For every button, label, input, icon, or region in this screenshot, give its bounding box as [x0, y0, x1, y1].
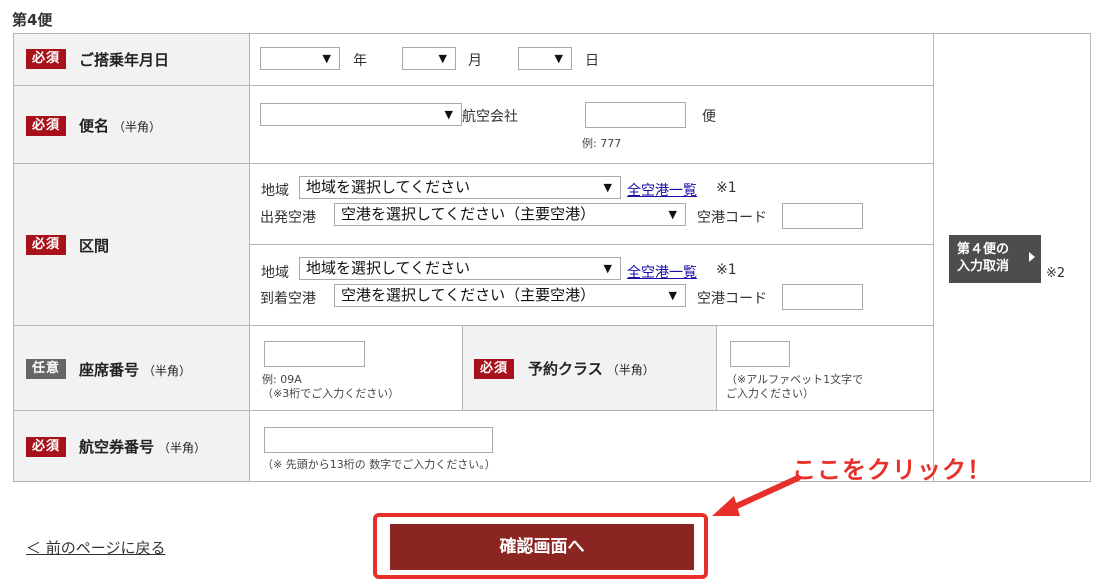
- dropdown-arrow-icon: ▼: [603, 262, 612, 275]
- booking-class-input[interactable]: [730, 341, 790, 367]
- required-badge: 必須: [26, 437, 66, 457]
- year-select[interactable]: ▼: [260, 47, 340, 70]
- required-badge: 必須: [26, 49, 66, 69]
- callout-text: ここをクリック！: [792, 456, 992, 484]
- arrival-airport-select[interactable]: 空港を選択してください（主要空港） ▼: [334, 284, 686, 307]
- seat-example: 例: 09A: [262, 373, 302, 386]
- month-select[interactable]: ▼: [402, 47, 456, 70]
- boarding-date-label: ご搭乗年月日: [79, 51, 170, 69]
- flight-unit: 便: [702, 109, 716, 125]
- departure-airport-select[interactable]: 空港を選択してください（主要空港） ▼: [334, 203, 686, 226]
- dropdown-arrow-icon: ▼: [438, 52, 447, 65]
- day-unit: 日: [585, 53, 599, 69]
- dropdown-arrow-icon: ▼: [668, 208, 677, 221]
- required-badge: 必須: [474, 359, 514, 379]
- departure-all-airports-link[interactable]: 全空港一覧: [627, 180, 697, 200]
- class-note-line1: （※アルファベット1文字で: [726, 373, 864, 386]
- arrival-code-label: 空港コード: [697, 291, 767, 307]
- note-mark-2: ※2: [1046, 266, 1066, 281]
- confirm-button[interactable]: 確認画面へ: [390, 524, 694, 570]
- section-title: 第4便: [12, 11, 53, 29]
- departure-airport-code-input[interactable]: [782, 203, 863, 229]
- dropdown-arrow-icon: ▼: [444, 108, 453, 121]
- cancel-flight-4-button[interactable]: 第４便の 入力取消: [949, 235, 1041, 283]
- ticket-number-label: 航空券番号 （半角）: [79, 438, 207, 456]
- arrival-region-select[interactable]: 地域を選択してください ▼: [299, 257, 621, 280]
- departure-region-label: 地域: [261, 183, 289, 199]
- note-mark-1: ※1: [716, 262, 737, 278]
- route-label: 区間: [79, 237, 110, 255]
- month-unit: 月: [468, 53, 482, 69]
- required-badge: 必須: [26, 235, 66, 255]
- seat-number-input[interactable]: [264, 341, 365, 367]
- ticket-note: （※ 先頭から13桁の 数字でご入力ください。）: [262, 458, 496, 471]
- flight-example: 例: 777: [582, 137, 622, 150]
- dropdown-arrow-icon: ▼: [322, 52, 331, 65]
- arrow-right-icon: [1029, 252, 1035, 262]
- note-mark-1: ※1: [716, 180, 737, 196]
- arrival-region-label: 地域: [261, 265, 289, 281]
- year-unit: 年: [353, 53, 367, 69]
- optional-badge: 任意: [26, 359, 66, 379]
- class-note-line2: ご入力ください）: [726, 387, 814, 400]
- seat-note: （※3桁でご入力ください）: [262, 387, 400, 400]
- back-link[interactable]: ＜ 前のページに戻る: [26, 537, 165, 558]
- departure-airport-label: 出発空港: [260, 210, 316, 226]
- dropdown-arrow-icon: ▼: [554, 52, 563, 65]
- required-badge: 必須: [26, 116, 66, 136]
- flight-number-input[interactable]: [585, 102, 686, 128]
- airline-select[interactable]: ▼: [260, 103, 462, 126]
- flight-name-label: 便名 （半角）: [79, 117, 162, 135]
- dropdown-arrow-icon: ▼: [603, 181, 612, 194]
- label-column-bg: [14, 34, 249, 481]
- ticket-number-input[interactable]: [264, 427, 493, 453]
- airline-label: 航空会社: [462, 109, 518, 125]
- departure-region-select[interactable]: 地域を選択してください ▼: [299, 176, 621, 199]
- arrival-airport-label: 到着空港: [260, 291, 316, 307]
- arrival-all-airports-link[interactable]: 全空港一覧: [627, 262, 697, 282]
- seat-number-label: 座席番号 （半角）: [79, 361, 192, 379]
- dropdown-arrow-icon: ▼: [668, 289, 677, 302]
- departure-code-label: 空港コード: [697, 210, 767, 226]
- arrival-airport-code-input[interactable]: [782, 284, 863, 310]
- booking-class-label: 予約クラス （半角）: [528, 360, 655, 378]
- day-select[interactable]: ▼: [518, 47, 572, 70]
